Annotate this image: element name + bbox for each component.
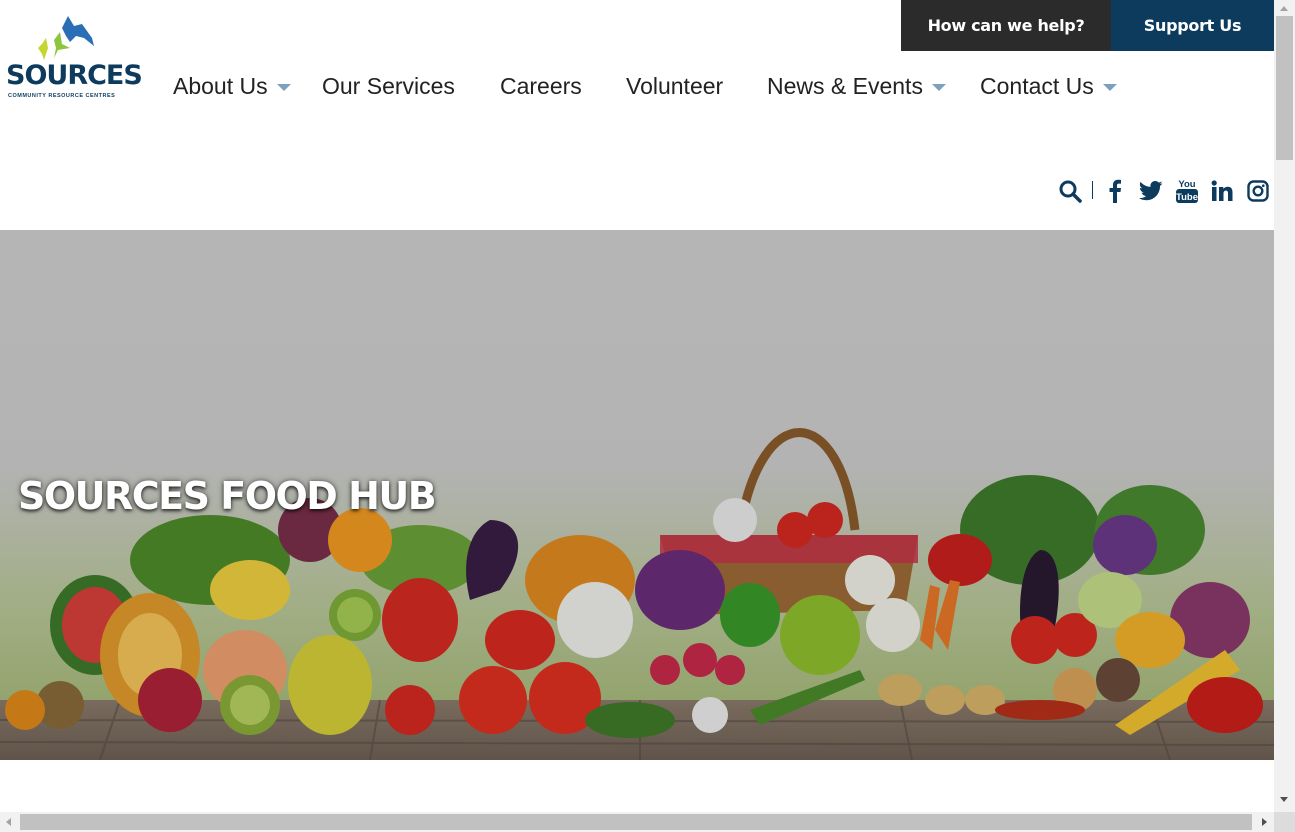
nav-item-label: Volunteer [626, 72, 724, 99]
scroll-down-icon[interactable] [1280, 797, 1288, 802]
support-us-button[interactable]: Support Us [1111, 0, 1274, 51]
search-icon[interactable] [1057, 176, 1083, 206]
nav-item-label: About Us [173, 72, 268, 99]
nav-item-news-events[interactable]: News & Events [767, 70, 946, 102]
search-divider [1092, 181, 1093, 199]
hero-banner: SOURCES FOOD HUB [0, 230, 1274, 760]
hero-title: SOURCES FOOD HUB [18, 474, 437, 518]
scrollbar-corner [1274, 812, 1295, 832]
instagram-icon[interactable] [1245, 176, 1271, 206]
chevron-down-icon[interactable] [1102, 83, 1117, 91]
youtube-tube-text: Tube [1176, 192, 1198, 203]
nav-item-volunteer[interactable]: Volunteer [626, 70, 723, 102]
horizontal-scrollbar[interactable] [0, 812, 1274, 832]
chevron-down-icon[interactable] [931, 83, 946, 91]
nav-item-label: News & Events [767, 72, 923, 99]
logo-birds-icon [38, 16, 94, 60]
scroll-right-icon[interactable] [1262, 818, 1267, 826]
social-icons: You Tube [0, 176, 1274, 206]
nav-item-label: Contact Us [980, 72, 1094, 99]
nav-item-label: Careers [500, 72, 582, 99]
nav-item-contact-us[interactable]: Contact Us [980, 70, 1117, 102]
linkedin-icon[interactable] [1209, 176, 1235, 206]
chevron-down-icon[interactable] [276, 83, 291, 91]
vertical-scroll-thumb[interactable] [1276, 16, 1293, 160]
nav-item-careers[interactable]: Careers [500, 70, 582, 102]
youtube-icon[interactable]: You Tube [1174, 176, 1200, 206]
page: How can we help? Support Us SOURCES COMM… [0, 0, 1274, 812]
vertical-scrollbar[interactable] [1274, 0, 1295, 812]
nav-item-our-services[interactable]: Our Services [322, 70, 455, 102]
horizontal-scroll-thumb[interactable] [20, 814, 1252, 830]
facebook-icon[interactable] [1102, 176, 1128, 206]
scroll-up-icon[interactable] [1280, 6, 1288, 11]
nav-item-label: Our Services [322, 72, 455, 99]
youtube-you-text: You [1178, 179, 1195, 190]
logo[interactable]: SOURCES COMMUNITY RESOURCE CENTRES [4, 14, 143, 100]
how-can-we-help-button[interactable]: How can we help? [901, 0, 1111, 51]
logo-tagline: COMMUNITY RESOURCE CENTRES [8, 93, 116, 99]
twitter-icon[interactable] [1138, 176, 1164, 206]
logo-wordmark: SOURCES [6, 60, 143, 91]
nav-item-about-us[interactable]: About Us [173, 70, 291, 102]
scroll-left-icon[interactable] [6, 818, 11, 826]
